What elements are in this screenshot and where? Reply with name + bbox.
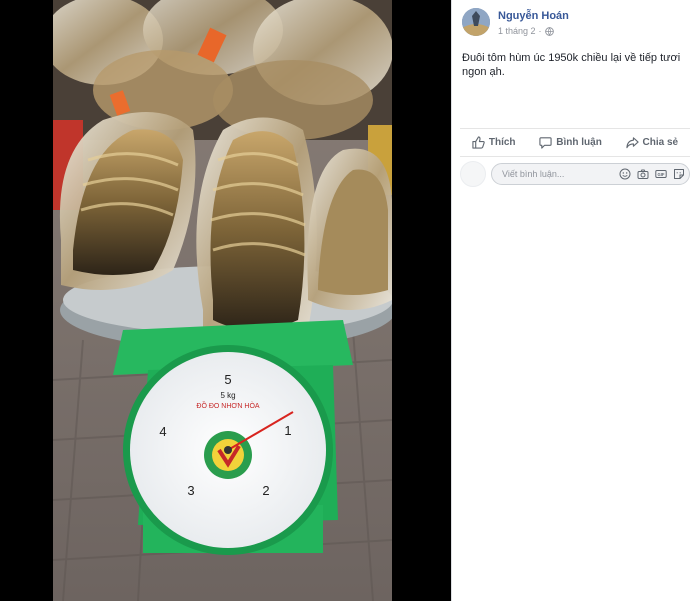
comment-bubble-icon (539, 137, 552, 149)
current-user-avatar (460, 160, 486, 187)
like-button[interactable]: Thích (472, 136, 516, 149)
comment-input[interactable] (500, 167, 619, 180)
actions-divider-top (460, 128, 690, 129)
actions-divider-bottom (460, 156, 690, 157)
comment-box: GIF (491, 162, 690, 185)
author-name[interactable]: Nguyễn Hoán (498, 10, 569, 22)
gif-icon[interactable]: GIF (655, 168, 667, 180)
dial-number-2: 2 (262, 483, 269, 498)
dial-number-1: 1 (284, 423, 291, 438)
post-caption: Đuôi tôm hùm úc 1950k chiều lại về tiếp … (462, 52, 681, 78)
post-actions: Thích Bình luận Chia sẻ (460, 130, 690, 155)
dial-number-5: 5 (224, 372, 231, 387)
scale-capacity: 5 kg (220, 391, 235, 400)
share-label: Chia sẻ (642, 137, 679, 148)
post-meta: 1 tháng 2 · (498, 26, 554, 36)
emoji-icon[interactable] (619, 168, 631, 180)
share-arrow-icon (625, 137, 639, 149)
author-avatar[interactable] (462, 8, 490, 36)
post-photo[interactable]: 5 1 2 3 4 ĐỒ ĐO NHƠN HÒA 5 kg (53, 0, 392, 601)
share-button[interactable]: Chia sẻ (625, 136, 679, 149)
globe-icon (544, 26, 554, 36)
like-label: Thích (488, 137, 516, 148)
post-time[interactable]: 1 tháng 2 (498, 26, 536, 36)
dial-number-3: 3 (187, 483, 194, 498)
sticker-icon[interactable] (673, 168, 685, 180)
camera-icon[interactable] (637, 168, 649, 180)
svg-text:GIF: GIF (658, 172, 665, 177)
dial-number-4: 4 (159, 424, 166, 439)
thumbs-up-icon (472, 136, 485, 149)
avatar-image-icon (462, 8, 490, 36)
comment-tools: GIF (619, 168, 685, 180)
comment-button[interactable]: Bình luận (539, 136, 602, 149)
comment-composer: GIF (460, 160, 690, 187)
photo-viewer: 5 1 2 3 4 ĐỒ ĐO NHƠN HÒA 5 kg (0, 0, 451, 601)
lobster-tails-photo: 5 1 2 3 4 ĐỒ ĐO NHƠN HÒA 5 kg (53, 0, 392, 601)
comment-label: Bình luận (556, 137, 602, 148)
post-sidebar: Nguyễn Hoán 1 tháng 2 · Đuôi tôm hùm úc … (451, 0, 700, 601)
